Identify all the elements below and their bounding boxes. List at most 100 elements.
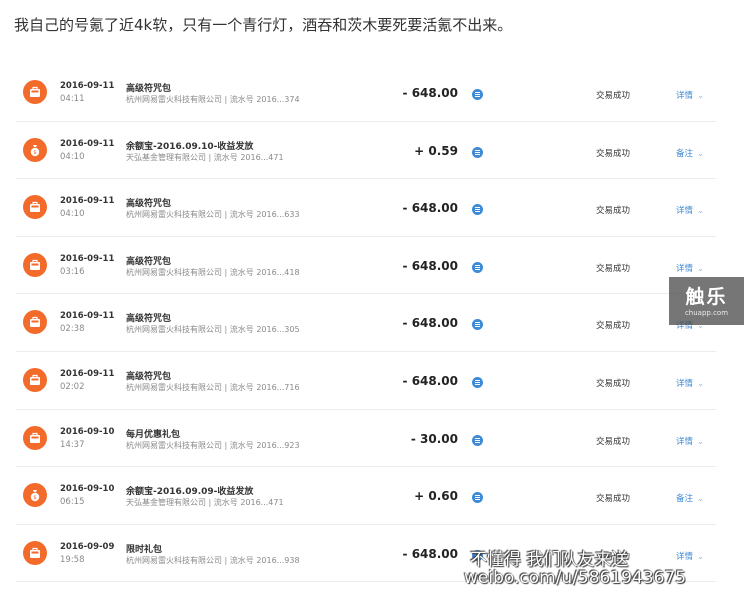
badge-title: 触乐 <box>685 286 728 308</box>
action-label: 备注 <box>676 148 694 159</box>
money-bag-icon: $ <box>23 137 47 162</box>
transaction-title: 余额宝-2016.09.09-收益发放 <box>126 487 254 498</box>
transaction-row[interactable]: $2016-09-10 06:15 余额宝-2016.09.09-收益发放 天弘基金管… <box>16 467 716 525</box>
action-label: 详情 <box>676 206 694 217</box>
transaction-row[interactable]: 2016-09-11 04:11 高级符咒包 杭州网易雷火科技有限公司 | 流水号 2… <box>16 64 716 122</box>
transaction-amount: - 648.00 <box>402 546 458 561</box>
transaction-title: 高级符咒包 <box>126 371 172 382</box>
transaction-amount: - 648.00 <box>402 86 458 100</box>
post-caption: 我自己的号氪了近4k软，只有一个青行灯，酒吞和茨木要死要活氪不出来。 <box>14 16 513 34</box>
chevron-down-icon: ⌄ <box>697 91 705 101</box>
transaction-action-link[interactable]: 详情 ⌄ <box>676 89 704 101</box>
transaction-date: 2016-09-10 <box>60 484 115 495</box>
transaction-date: 2016-09-10 <box>60 426 115 437</box>
chevron-down-icon: ⌄ <box>697 206 705 217</box>
transaction-title: 每月优惠礼包 <box>126 429 181 440</box>
transaction-row[interactable]: 2016-09-11 02:02 高级符咒包 杭州网易雷火科技有限公司 | 流水号 2… <box>16 352 716 410</box>
action-label: 详情 <box>676 436 694 447</box>
transaction-status: 交易成功 <box>596 206 631 217</box>
payment-channel-icon <box>472 319 483 331</box>
transaction-action-link[interactable]: 详情 ⌄ <box>676 262 704 274</box>
chuapp-logo-badge: 触乐 chuapp.com <box>669 277 744 325</box>
transaction-date: 2016-09-11 <box>60 81 115 91</box>
transaction-row[interactable]: $2016-09-11 04:10 余额宝-2016.09.10-收益发放 天弘基金管… <box>16 122 716 180</box>
transaction-amount: - 648.00 <box>402 201 458 216</box>
money-bag-icon: $ <box>23 483 47 508</box>
transaction-status: 交易成功 <box>596 321 631 332</box>
transaction-action-link[interactable]: 备注 ⌄ <box>676 147 704 159</box>
transaction-status: 交易成功 <box>596 91 631 101</box>
chevron-down-icon: ⌄ <box>697 148 705 159</box>
payment-channel-icon <box>472 204 483 216</box>
svg-text:$: $ <box>33 150 37 156</box>
bag-icon <box>23 310 47 335</box>
transaction-time: 19:58 <box>60 554 85 565</box>
payment-channel-icon <box>472 434 483 446</box>
transaction-amount: - 648.00 <box>402 258 458 273</box>
transaction-date: 2016-09-11 <box>60 253 115 264</box>
action-label: 备注 <box>676 494 694 505</box>
transaction-title: 高级符咒包 <box>126 256 172 267</box>
payment-channel-icon <box>472 261 483 273</box>
bag-icon <box>23 367 47 392</box>
bag-icon <box>23 540 47 565</box>
transaction-title: 限时礼包 <box>126 544 163 555</box>
transaction-title: 高级符咒包 <box>126 84 172 94</box>
action-label: 详情 <box>676 551 694 562</box>
transaction-merchant: 杭州网易雷火科技有限公司 | 流水号 2016...633 <box>126 210 300 220</box>
transaction-status: 交易成功 <box>596 436 631 447</box>
bag-icon <box>23 195 47 220</box>
transaction-time: 04:10 <box>60 151 85 162</box>
transaction-title: 余额宝-2016.09.10-收益发放 <box>126 141 254 152</box>
transaction-status: 交易成功 <box>596 494 631 505</box>
transaction-amount: - 648.00 <box>402 316 458 331</box>
transaction-date: 2016-09-09 <box>60 541 115 552</box>
transaction-date: 2016-09-11 <box>60 368 115 379</box>
transaction-amount: + 0.60 <box>414 489 458 504</box>
transaction-amount: + 0.59 <box>414 143 458 158</box>
transaction-time: 04:11 <box>60 94 85 104</box>
chevron-down-icon: ⌄ <box>697 378 705 389</box>
transaction-status: 交易成功 <box>596 263 631 274</box>
transaction-merchant: 杭州网易雷火科技有限公司 | 流水号 2016...938 <box>126 555 300 565</box>
transaction-action-link[interactable]: 详情 ⌄ <box>676 550 704 562</box>
chevron-down-icon: ⌄ <box>697 494 705 505</box>
transaction-merchant: 杭州网易雷火科技有限公司 | 流水号 2016...305 <box>126 325 300 335</box>
watermark-line2: weibo.com/u/5861943675 <box>464 568 687 588</box>
chevron-down-icon: ⌄ <box>697 436 705 447</box>
transaction-title: 高级符咒包 <box>126 199 172 210</box>
payment-channel-icon <box>472 376 483 388</box>
chevron-down-icon: ⌄ <box>697 263 705 274</box>
action-label: 详情 <box>676 263 694 274</box>
transaction-row[interactable]: 2016-09-11 02:38 高级符咒包 杭州网易雷火科技有限公司 | 流水号 2… <box>16 294 716 352</box>
transaction-amount: - 648.00 <box>402 373 458 388</box>
badge-url: chuapp.com <box>684 309 729 317</box>
transaction-time: 02:38 <box>60 324 85 335</box>
transaction-amount: - 30.00 <box>410 431 458 446</box>
transaction-row[interactable]: 2016-09-11 03:16 高级符咒包 杭州网易雷火科技有限公司 | 流水号 2… <box>16 237 716 295</box>
bag-icon <box>23 425 47 450</box>
transaction-row[interactable]: 2016-09-10 14:37 每月优惠礼包 杭州网易雷火科技有限公司 | 流水号 … <box>16 410 716 468</box>
action-label: 详情 <box>676 91 694 101</box>
transaction-row[interactable]: 2016-09-11 04:10 高级符咒包 杭州网易雷火科技有限公司 | 流水号 2… <box>16 179 716 237</box>
transaction-title: 高级符咒包 <box>126 314 172 325</box>
transaction-merchant: 天弘基金管理有限公司 | 流水号 2016...471 <box>126 498 284 508</box>
transaction-status: 交易成功 <box>596 148 631 159</box>
payment-channel-icon <box>472 89 483 100</box>
transaction-action-link[interactable]: 详情 ⌄ <box>676 435 704 447</box>
bag-icon <box>23 252 47 277</box>
transaction-time: 02:02 <box>60 381 85 392</box>
transaction-action-link[interactable]: 备注 ⌄ <box>676 492 704 504</box>
svg-text:$: $ <box>33 495 37 501</box>
bag-icon <box>23 80 47 104</box>
transaction-time: 14:37 <box>60 439 85 450</box>
transaction-merchant: 杭州网易雷火科技有限公司 | 流水号 2016...418 <box>126 267 300 277</box>
transaction-action-link[interactable]: 详情 ⌄ <box>676 204 704 216</box>
transaction-date: 2016-09-11 <box>60 196 115 207</box>
payment-channel-icon <box>472 492 483 504</box>
transaction-date: 2016-09-11 <box>60 138 115 149</box>
transaction-merchant: 杭州网易雷火科技有限公司 | 流水号 2016...923 <box>126 440 300 450</box>
transaction-action-link[interactable]: 详情 ⌄ <box>676 377 704 389</box>
transaction-list: 2016-09-11 04:11 高级符咒包 杭州网易雷火科技有限公司 | 流水号 2… <box>16 64 716 583</box>
transaction-time: 04:10 <box>60 209 85 220</box>
